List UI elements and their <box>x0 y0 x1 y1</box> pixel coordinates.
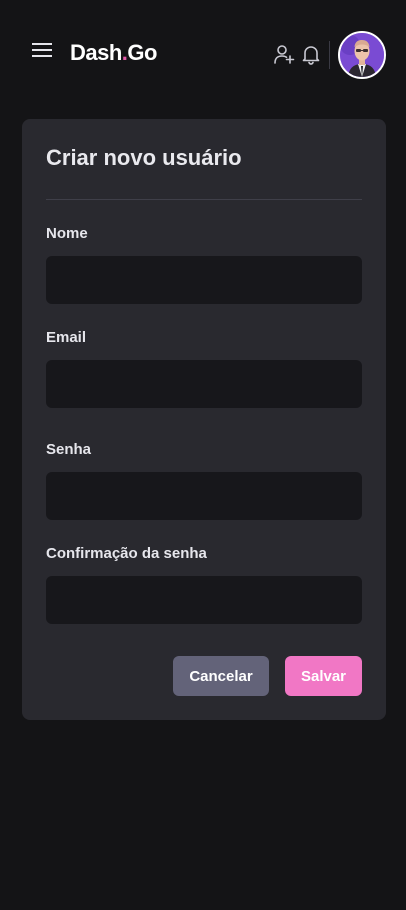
name-label: Nome <box>46 225 88 242</box>
header-divider <box>329 41 330 69</box>
password-field[interactable] <box>46 472 362 520</box>
form-divider <box>46 199 362 200</box>
password-confirmation-label: Confirmação da senha <box>46 545 207 562</box>
app-header: Dash.Go <box>0 0 406 110</box>
email-label: Email <box>46 329 87 346</box>
user-add-icon[interactable] <box>273 43 295 65</box>
name-field[interactable] <box>46 256 362 304</box>
hamburger-menu-icon[interactable] <box>30 38 54 62</box>
cancel-button[interactable]: Cancelar <box>173 656 269 696</box>
form-title: Criar novo usuário <box>46 145 242 170</box>
password-confirmation-field[interactable] <box>46 576 362 624</box>
bell-icon[interactable] <box>300 43 322 65</box>
save-button[interactable]: Salvar <box>285 656 362 696</box>
email-field[interactable] <box>46 360 362 408</box>
create-user-form: Criar novo usuário Nome Email Senha Conf… <box>22 119 386 720</box>
brand-name: Dash <box>70 40 122 65</box>
user-avatar[interactable] <box>338 31 386 79</box>
brand-suffix: Go <box>127 40 157 65</box>
brand-logo: Dash.Go <box>70 40 157 66</box>
password-label: Senha <box>46 441 92 458</box>
